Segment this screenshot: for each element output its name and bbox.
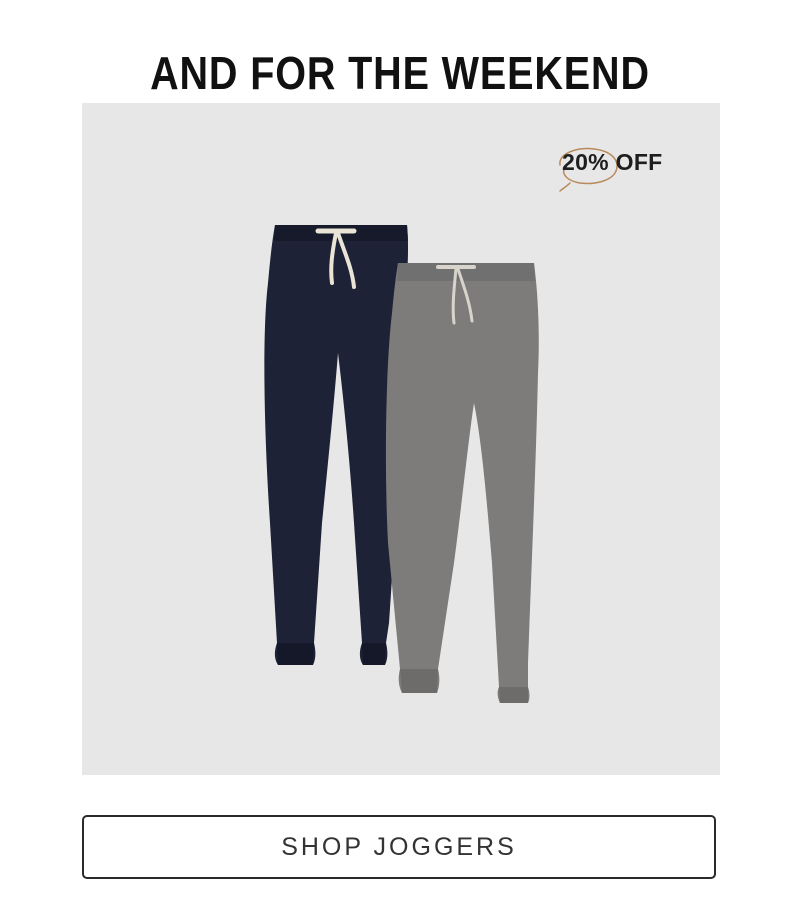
discount-badge: 20% OFF (554, 143, 694, 193)
product-promo-image[interactable]: 20% OFF (82, 103, 720, 775)
grey-jogger (385, 263, 539, 703)
section-headline: AND FOR THE WEEKEND (150, 46, 650, 99)
discount-text: 20% OFF (562, 149, 663, 175)
joggers-product-image (264, 225, 539, 703)
shop-joggers-button[interactable]: SHOP JOGGERS (82, 815, 716, 879)
